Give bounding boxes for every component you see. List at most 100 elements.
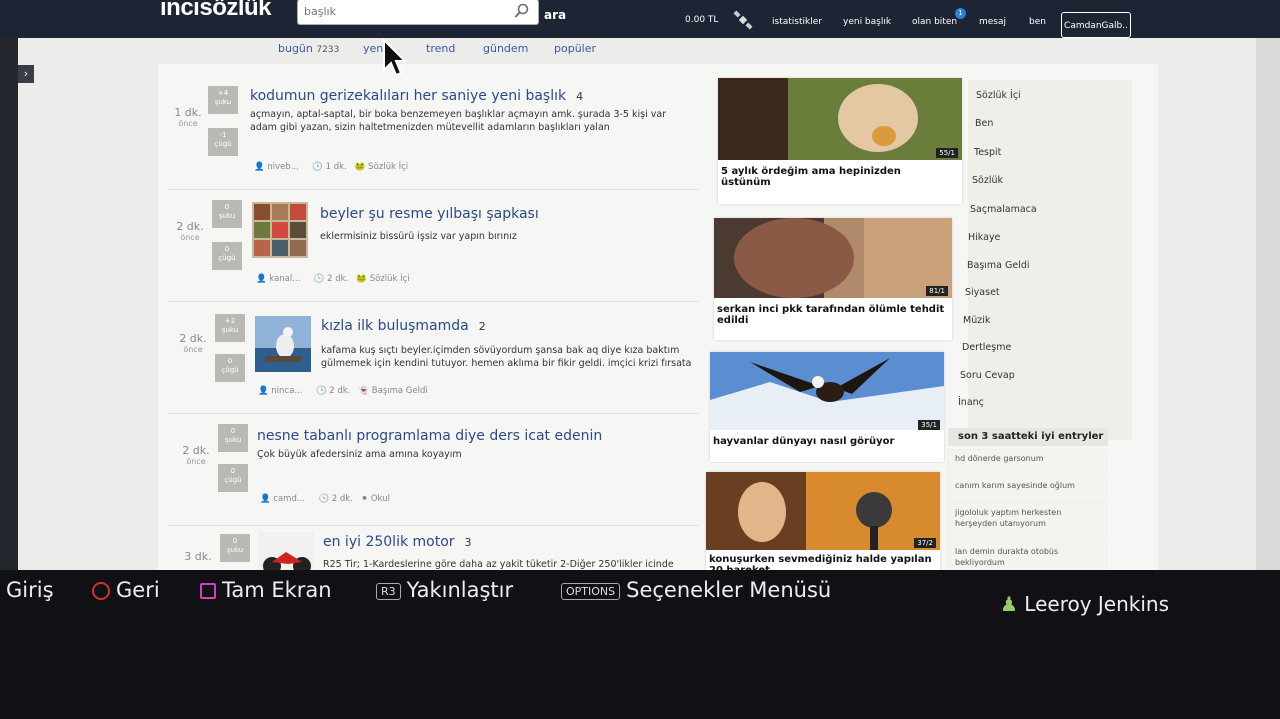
- tab-today-count: 7233: [316, 45, 340, 55]
- nav-activity[interactable]: olan biten: [912, 17, 957, 27]
- category-item[interactable]: Ben: [975, 118, 993, 129]
- options-key-icon: OPTIONS: [561, 582, 621, 600]
- entry-title[interactable]: nesne tabanlı programlama diye ders icat…: [257, 428, 602, 444]
- downvote-button[interactable]: 0 çügü: [212, 242, 242, 270]
- entry-author[interactable]: ninca...: [271, 386, 302, 396]
- category-item[interactable]: Dertleşme: [962, 342, 1011, 353]
- category-item[interactable]: Hikaye: [968, 232, 1000, 243]
- options-menu-control[interactable]: OPTIONS Seçenekler Menüsü: [561, 578, 831, 602]
- downvote-button[interactable]: 0 çügü: [218, 464, 248, 492]
- entry-thumbnail[interactable]: [252, 202, 308, 258]
- category-item[interactable]: Siyaset: [965, 287, 1000, 298]
- downvote-button[interactable]: -1 çügü: [208, 128, 238, 156]
- zoom-control[interactable]: R3 Yakınlaştır: [376, 578, 513, 602]
- category-item[interactable]: İnanç: [958, 397, 984, 408]
- image-card[interactable]: 55/1 5 aylık ördeğim ama hepinizden üstü…: [718, 78, 962, 204]
- clock-icon: 🕒: [318, 494, 330, 504]
- entry-count: 3: [464, 536, 472, 549]
- entry-category[interactable]: Okul: [371, 494, 390, 504]
- entry-time: 2 dk. önce: [182, 444, 210, 466]
- tab-agenda[interactable]: gündem: [483, 42, 528, 55]
- search-box[interactable]: [298, 0, 538, 24]
- category-item[interactable]: Başıma Geldi: [967, 260, 1030, 271]
- entry-text: Çok büyük afedersiniz ama amına koyayım: [257, 449, 462, 460]
- card-title: hayvanlar dünyayı nasıl görüyor: [713, 436, 895, 447]
- entry-text: açmayın, aptal-saptal, bir boka benzemey…: [250, 109, 667, 133]
- category-icon: 🐸: [356, 274, 367, 284]
- entry-thumbnail[interactable]: [255, 316, 311, 372]
- top-navbar: incisözlük ara 0.00 TL istatistikler yen…: [0, 0, 1280, 38]
- category-item[interactable]: Saçmalamaca: [970, 204, 1037, 215]
- entry-item: 2 dk. önce +2 şuku 0 çügü kızla ilk buluşma…: [158, 302, 698, 414]
- upvote-button[interactable]: 0 şuku: [212, 200, 242, 228]
- category-item[interactable]: Sözlük İçi: [976, 90, 1021, 101]
- clock-icon: 🕒: [312, 162, 323, 172]
- category-sidebar: Sözlük İçi Ben Tespit Sözlük Saçmalamaca…: [958, 80, 1132, 440]
- tab-trend[interactable]: trend: [426, 42, 455, 55]
- entry-count: 4: [576, 90, 584, 103]
- nav-me[interactable]: ben: [1029, 17, 1046, 27]
- upvote-button[interactable]: 0 şuku: [220, 534, 250, 562]
- entry-author[interactable]: niveb...: [267, 162, 299, 172]
- category-item[interactable]: Sözlük: [972, 175, 1003, 186]
- back-control[interactable]: Geri: [92, 578, 160, 602]
- user-menu-button[interactable]: CamdanGalb..: [1061, 12, 1131, 38]
- category-item[interactable]: Soru Cevap: [960, 370, 1015, 381]
- clock-icon: 🕒: [315, 386, 327, 396]
- nav-new-topic[interactable]: yeni başlık: [843, 17, 891, 27]
- tab-today-label: bugün: [278, 42, 313, 55]
- category-item[interactable]: Tespit: [974, 147, 1001, 158]
- best-entry-link[interactable]: hd dönerde garsonum: [948, 450, 1106, 474]
- left-sidebar-strip: ›: [0, 38, 34, 588]
- image-card[interactable]: 81/1 serkan inci pkk tarafından ölümle t…: [714, 218, 952, 340]
- best-entry-link[interactable]: jigololuk yaptım herkesten herşeyden uta…: [948, 504, 1106, 540]
- satellite-icon[interactable]: [733, 10, 753, 30]
- best-entry-link[interactable]: canım karım sayesinde oğlum: [948, 477, 1106, 501]
- entry-time: 3 dk.: [184, 550, 212, 563]
- entry-title[interactable]: kodumun gerizekalıları her saniye yeni b…: [250, 88, 583, 104]
- entry-author[interactable]: camd...: [273, 494, 305, 504]
- entry-meta: 👤 ninca... 🕒 2 dk. 👻 Başıma Geldi: [258, 386, 428, 396]
- search-input[interactable]: [298, 0, 515, 23]
- entry-title[interactable]: beyler şu resme yılbaşı şapkası: [320, 206, 539, 222]
- entry-category[interactable]: Sözlük İçi: [368, 162, 408, 172]
- entry-time: 1 dk. önce: [174, 106, 202, 128]
- entry-author[interactable]: kanal...: [269, 274, 300, 284]
- notification-badge: 1: [955, 8, 966, 19]
- fullscreen-control[interactable]: Tam Ekran: [200, 578, 332, 602]
- category-icon: 👻: [358, 386, 370, 396]
- entry-title[interactable]: kızla ilk buluşmamda 2: [321, 318, 486, 334]
- avatar-icon: ♟: [1000, 592, 1018, 616]
- image-card[interactable]: 37/2 konuşurken sevmediğiniz halde yapıl…: [706, 472, 940, 580]
- entry-text: eklermisiniz bissürü işsiz var yapın bır…: [320, 231, 517, 242]
- best-entries-heading: son 3 saatteki iyi entryler: [948, 428, 1108, 446]
- image-card[interactable]: 35/1 hayvanlar dünyayı nasıl görüyor: [710, 352, 944, 462]
- card-badge: 35/1: [918, 420, 940, 430]
- entry-item: 1 dk. önce +4 şuku -1 çügü kodumun gerizeka…: [158, 78, 698, 190]
- card-image: [718, 78, 962, 160]
- search-icon[interactable]: [514, 3, 530, 19]
- entry-time: 2 dk. önce: [179, 332, 207, 354]
- entry-category[interactable]: Başıma Geldi: [372, 386, 428, 396]
- balance-display[interactable]: 0.00 TL: [685, 15, 718, 25]
- user-profile: ♟ Leeroy Jenkins: [1000, 592, 1170, 616]
- site-logo[interactable]: incisözlük: [160, 0, 272, 22]
- card-image: [710, 352, 944, 430]
- search-button[interactable]: ara: [544, 8, 566, 22]
- upvote-button[interactable]: +4 şuku: [208, 86, 238, 114]
- entry-category[interactable]: Sözlük İçi: [370, 274, 410, 284]
- tab-today[interactable]: bugün 7233: [278, 42, 339, 55]
- category-item[interactable]: Müzik: [963, 315, 990, 326]
- upvote-button[interactable]: 0 şuku: [218, 424, 248, 452]
- enter-control[interactable]: Giriş: [6, 578, 54, 602]
- nav-statistics[interactable]: istatistikler: [772, 17, 822, 27]
- upvote-button[interactable]: +2 şuku: [215, 314, 245, 342]
- nav-messages[interactable]: mesaj: [979, 17, 1006, 27]
- expand-sidebar-button[interactable]: ›: [18, 65, 34, 83]
- tab-popular[interactable]: popüler: [554, 42, 596, 55]
- entry-title[interactable]: en iyi 250lik motor 3: [323, 534, 472, 550]
- mouse-cursor-icon: [383, 38, 407, 77]
- downvote-button[interactable]: 0 çügü: [215, 354, 245, 382]
- card-title: serkan inci pkk tarafından ölümle tehdit…: [717, 304, 945, 326]
- entry-meta: 👤 niveb... 🕒 1 dk. 🐸 Sözlük İçi: [254, 162, 409, 172]
